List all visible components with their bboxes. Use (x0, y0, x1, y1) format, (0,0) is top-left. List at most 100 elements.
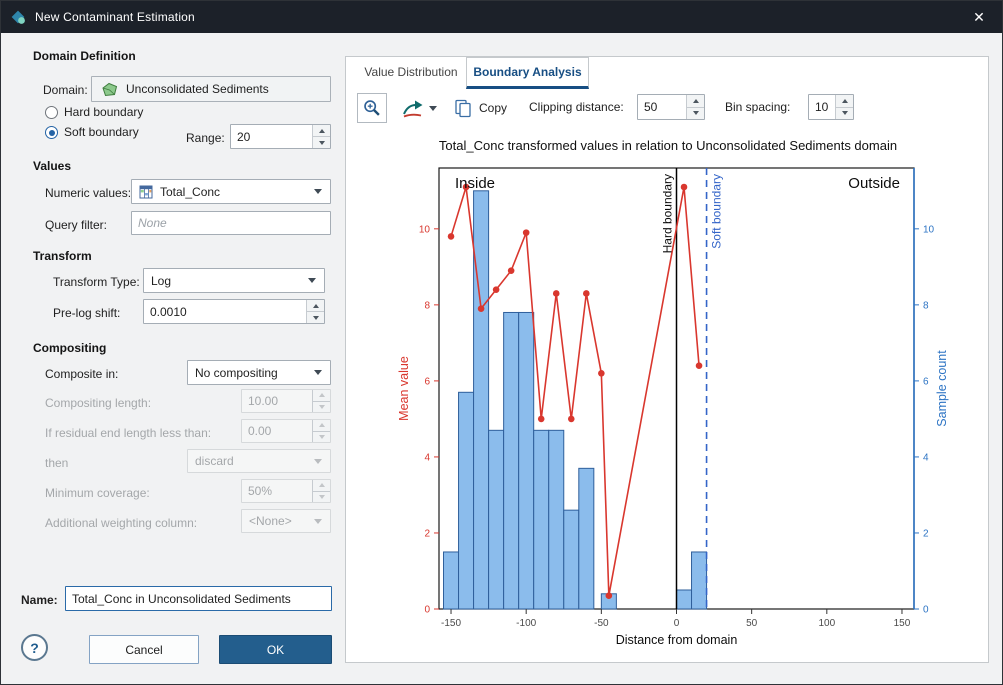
outside-label: Outside (848, 175, 900, 192)
range-spinbox[interactable] (230, 124, 331, 149)
prelog-shift-input[interactable] (144, 300, 306, 323)
transform-header: Transform (33, 249, 92, 263)
dialog-window: New Contaminant Estimation ✕ Domain Defi… (0, 0, 1003, 685)
right-tick-label: 4 (923, 452, 929, 463)
boundary-analysis-chart: -150-100-5005010015002468100246810Inside… (346, 160, 990, 660)
histogram-bar (579, 468, 594, 609)
zoom-button[interactable] (357, 93, 387, 123)
clipping-spin-up[interactable] (687, 95, 704, 107)
radio-circle (45, 106, 58, 119)
title-bar[interactable]: New Contaminant Estimation ✕ (1, 1, 1002, 33)
name-label: Name: (21, 593, 58, 607)
x-tick-label: -150 (441, 618, 461, 629)
range-label: Range: (186, 131, 225, 145)
name-field[interactable] (65, 586, 332, 611)
histogram-bar (489, 430, 504, 609)
query-filter-input[interactable] (132, 212, 330, 234)
composite-in-label: Composite in: (45, 367, 118, 381)
copy-button[interactable]: Copy (444, 93, 516, 123)
left-tick-label: 2 (424, 528, 430, 539)
tab-boundary-analysis[interactable]: Boundary Analysis (466, 57, 589, 89)
export-arrow-icon (401, 97, 427, 119)
bin-spacing-spinbox[interactable] (808, 94, 854, 120)
minimum-coverage-input (242, 480, 312, 502)
residual-length-spinbox (241, 419, 331, 443)
chevron-down-icon (314, 189, 322, 194)
help-button[interactable]: ? (21, 634, 48, 661)
x-tick-label: -50 (594, 618, 609, 629)
histogram-bar (519, 312, 534, 609)
histogram-bar (549, 430, 564, 609)
bin-spin-up[interactable] (836, 95, 853, 107)
composite-in-value: No compositing (195, 366, 278, 380)
minimum-coverage-spinbox (241, 479, 331, 503)
range-spin-down[interactable] (313, 136, 330, 148)
histogram-bar (474, 191, 489, 609)
histogram-bar (444, 552, 459, 609)
histogram-bar (534, 430, 549, 609)
clipping-distance-spinbox[interactable] (637, 94, 705, 120)
domain-value: Unconsolidated Sediments (126, 82, 269, 96)
prelog-spin-up[interactable] (307, 300, 324, 311)
mean-point (493, 286, 500, 293)
compositing-length-spinbox (241, 389, 331, 413)
weighting-column-value: <None> (249, 514, 292, 528)
mean-point (538, 416, 545, 423)
right-tick-label: 0 (923, 605, 929, 616)
histogram-bar (677, 590, 692, 609)
numeric-values-dropdown[interactable]: Total_Conc (131, 179, 331, 204)
right-tick-label: 6 (923, 376, 929, 387)
x-axis-label: Distance from domain (616, 633, 738, 647)
left-tick-label: 8 (424, 300, 430, 311)
domain-definition-header: Domain Definition (33, 49, 136, 63)
then-dropdown: discard (187, 449, 331, 473)
soft-boundary-label: Soft boundary (710, 174, 724, 249)
copy-icon (453, 98, 473, 118)
clipping-spin-down[interactable] (687, 107, 704, 120)
prelog-spin-down[interactable] (307, 311, 324, 323)
query-filter-field[interactable] (131, 211, 331, 235)
window-title: New Contaminant Estimation (35, 10, 195, 24)
domain-mesh-icon (101, 82, 118, 97)
compositing-length-label: Compositing length: (45, 396, 151, 410)
left-tick-label: 4 (424, 452, 430, 463)
hard-boundary-radio[interactable]: Hard boundary (45, 106, 143, 119)
magnifier-icon (361, 97, 383, 119)
domain-label: Domain: (43, 83, 88, 97)
mean-point (553, 290, 560, 297)
ok-button[interactable]: OK (219, 635, 332, 664)
range-spin-up[interactable] (313, 125, 330, 136)
histogram-bar (692, 552, 707, 609)
numeric-values-label: Numeric values: (45, 186, 131, 200)
prelog-shift-label: Pre-log shift: (53, 306, 120, 320)
composite-in-dropdown[interactable]: No compositing (187, 360, 331, 385)
histogram-bar (504, 312, 519, 609)
weighting-column-label: Additional weighting column: (45, 516, 197, 530)
weighting-column-dropdown: <None> (241, 509, 331, 533)
close-icon[interactable]: ✕ (956, 1, 1002, 33)
app-icon (10, 9, 27, 26)
mean-point (681, 184, 688, 191)
cancel-button[interactable]: Cancel (89, 635, 199, 664)
range-input[interactable] (231, 125, 312, 148)
hard-boundary-label: Hard boundary (661, 174, 675, 253)
transform-type-dropdown[interactable]: Log (143, 268, 325, 293)
analysis-panel: Value Distribution Boundary Analysis (345, 56, 989, 663)
name-input[interactable] (66, 587, 331, 610)
chevron-down-icon (314, 519, 322, 524)
bin-spacing-input[interactable] (809, 95, 835, 119)
transform-type-value: Log (151, 274, 171, 288)
tab-value-distribution[interactable]: Value Distribution (358, 57, 464, 87)
x-tick-label: 0 (674, 618, 680, 629)
clipping-distance-input[interactable] (638, 95, 686, 119)
mean-point (568, 416, 575, 423)
export-button[interactable] (398, 93, 440, 123)
bin-spin-down[interactable] (836, 107, 853, 120)
soft-boundary-radio[interactable]: Soft boundary (45, 126, 139, 139)
values-header: Values (33, 159, 71, 173)
domain-button[interactable]: Unconsolidated Sediments (91, 76, 331, 102)
spin-down (313, 491, 330, 503)
mean-point (696, 362, 703, 369)
copy-label: Copy (479, 101, 507, 115)
prelog-shift-spinbox[interactable] (143, 299, 325, 324)
